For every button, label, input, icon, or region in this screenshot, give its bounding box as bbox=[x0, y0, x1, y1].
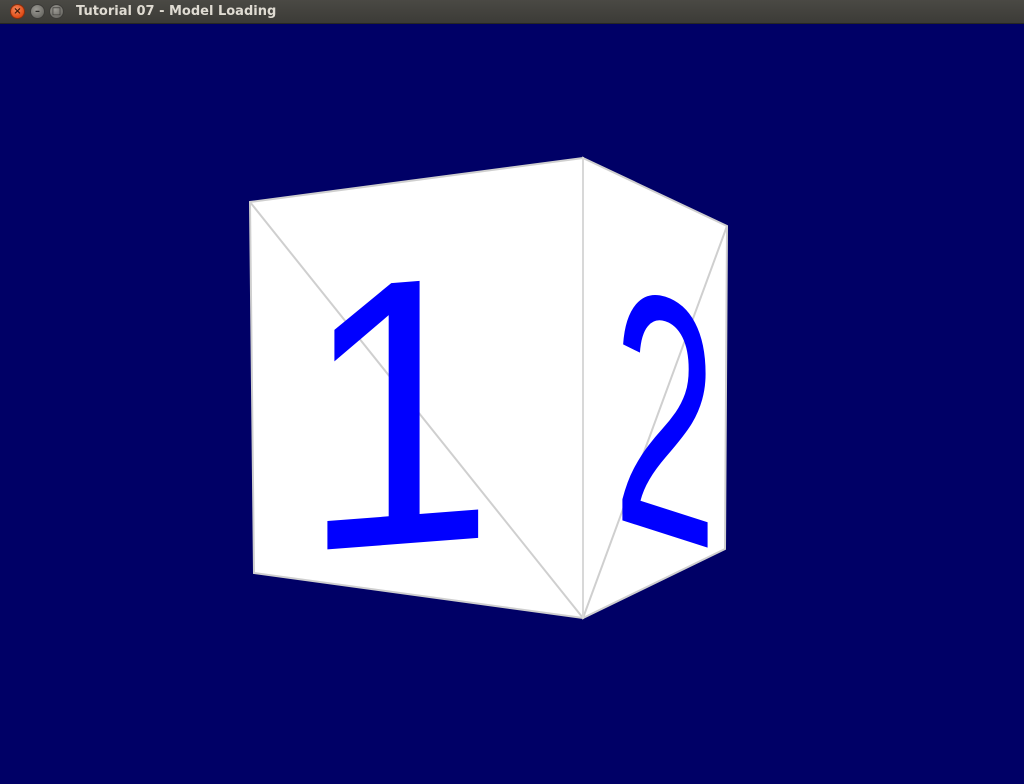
close-icon: × bbox=[13, 5, 22, 17]
minimize-button[interactable]: – bbox=[30, 4, 45, 19]
opengl-viewport[interactable]: 1 2 bbox=[0, 24, 1024, 784]
maximize-icon: □ bbox=[51, 5, 62, 17]
front-face-digit: 1 bbox=[301, 194, 495, 633]
title-bar[interactable]: × – □ Tutorial 07 - Model Loading bbox=[0, 0, 1024, 24]
close-button[interactable]: × bbox=[10, 4, 25, 19]
application-window: × – □ Tutorial 07 - Model Loading 1 2 bbox=[0, 0, 1024, 784]
window-title: Tutorial 07 - Model Loading bbox=[76, 4, 277, 19]
cube-scene: 1 2 bbox=[248, 156, 729, 633]
minimize-icon: – bbox=[35, 5, 40, 17]
side-face-digit: 2 bbox=[613, 210, 717, 623]
maximize-button[interactable]: □ bbox=[49, 4, 64, 19]
